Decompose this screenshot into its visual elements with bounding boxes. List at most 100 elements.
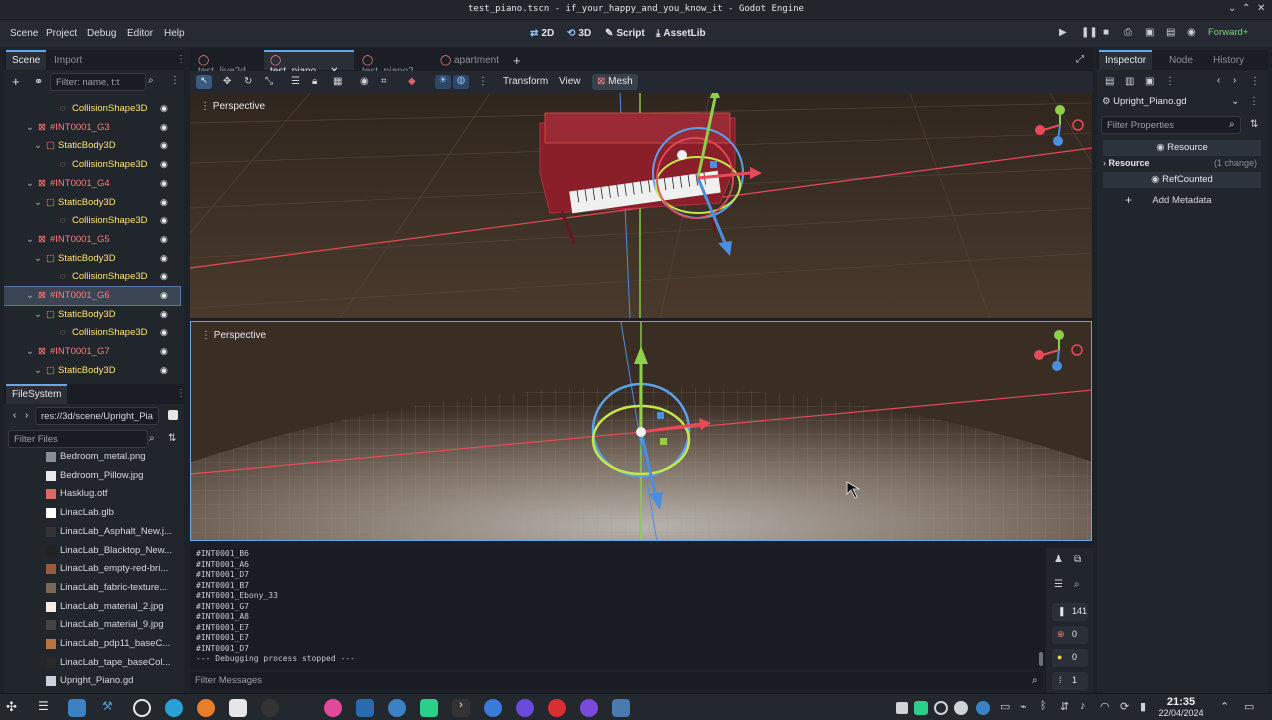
script-selector[interactable]: ⚙ Upright_Piano.gd <box>1102 96 1246 112</box>
errors-count-toggle[interactable]: ⊗ 0 <box>1052 626 1088 644</box>
viewport-top-label[interactable]: ⋮ Perspective <box>200 101 265 112</box>
menu-project[interactable]: Project <box>46 28 77 39</box>
stop-icon[interactable]: ■ <box>1103 27 1109 38</box>
blender-icon[interactable] <box>197 699 215 717</box>
renderer-select[interactable]: Forward+ <box>1208 27 1248 38</box>
back-icon[interactable]: ‹ <box>13 410 16 421</box>
visibility-icon[interactable]: ◉ <box>160 234 168 245</box>
history-forward-icon[interactable]: › <box>1233 75 1236 86</box>
visibility-icon[interactable]: ◉ <box>160 122 168 133</box>
copy-output-icon[interactable]: ⧉ <box>1074 554 1081 565</box>
terminal-icon[interactable]: ⚒ <box>102 699 120 717</box>
visibility-icon[interactable]: ◉ <box>160 271 168 282</box>
property-options-icon[interactable]: ⇅ <box>1250 119 1258 130</box>
discord-icon[interactable] <box>388 699 406 717</box>
scene-tree-item[interactable]: ◌ CollisionShape3D ◉ <box>4 212 180 230</box>
scene-tree-item[interactable]: ⌄ ⊠ #INT0001_G7 ◉ <box>4 343 180 361</box>
app-pink-icon[interactable] <box>324 699 342 717</box>
mode-assetlib-button[interactable]: ⤓ AssetLib <box>656 28 706 39</box>
scene-tree-item[interactable]: ⌄ ▢ StaticBody3D ◉ <box>4 306 180 324</box>
firefox-icon[interactable] <box>484 699 502 717</box>
tray-volume-icon[interactable]: ♪ <box>1080 700 1098 718</box>
file-item[interactable]: Hasklug.otf <box>4 485 180 503</box>
chevron-down-icon[interactable]: ⌄ <box>34 140 42 151</box>
tray-updates-icon[interactable]: ⟳ <box>1120 700 1138 718</box>
play-icon[interactable]: ▶ <box>1059 27 1067 38</box>
rotate-tool-icon[interactable]: ↻ <box>244 76 252 87</box>
resource-group[interactable]: › Resource (1 change) <box>1103 158 1261 172</box>
add-node-icon[interactable]: + <box>12 74 20 89</box>
tab-inspector[interactable]: Inspector <box>1099 50 1153 70</box>
godot-icon[interactable] <box>612 699 630 717</box>
tab-scene[interactable]: Scene <box>6 50 47 70</box>
file-item[interactable]: LinacLab_Blacktop_New... <box>4 542 180 560</box>
tray-bluetooth-icon[interactable]: ᛒ <box>1040 700 1058 718</box>
chevron-down-icon[interactable]: ⌄ <box>26 234 34 245</box>
show-desktop-icon[interactable]: ▭ <box>1244 700 1262 718</box>
file-item[interactable]: LinacLab_material_2.jpg <box>4 598 180 616</box>
scale-tool-icon[interactable]: ⤡ <box>265 76 273 87</box>
history-back-icon[interactable]: ‹ <box>1217 75 1220 86</box>
tray-discord-icon[interactable] <box>976 701 990 715</box>
pause-icon[interactable]: ❚❚ <box>1081 27 1098 38</box>
tray-usb-icon[interactable]: ⌁ <box>1020 700 1038 718</box>
section-resource-header[interactable]: ◉ Resource <box>1103 140 1261 156</box>
menu-help[interactable]: Help <box>164 28 185 39</box>
move-tool-icon[interactable]: ✥ <box>223 76 231 87</box>
chevron-down-icon[interactable]: ⌄ <box>34 309 42 320</box>
scene-options-icon[interactable]: ⋮ <box>170 75 180 86</box>
menu-editor[interactable]: Editor <box>127 28 153 39</box>
chevron-down-icon[interactable]: ⌄ <box>34 253 42 264</box>
tab-test-piano2[interactable]: ◯ test_piano2 <box>356 50 432 77</box>
viewport-bottom[interactable]: ⋮ Perspective <box>190 321 1092 541</box>
tab-test-piano[interactable]: ◯ test_piano✕ <box>264 50 354 77</box>
chevron-down-icon[interactable]: ⌄ <box>26 178 34 189</box>
tab-filesystem[interactable]: FileSystem <box>6 384 68 404</box>
app-launcher-icon[interactable]: ✣ <box>6 699 24 717</box>
warnings-count-toggle[interactable]: ● 0 <box>1052 649 1088 667</box>
tab-apartment[interactable]: ◯ apartment <box>434 50 506 70</box>
visibility-icon[interactable]: ◉ <box>160 309 168 320</box>
tray-app-icon[interactable] <box>914 701 928 715</box>
inkscape-icon[interactable] <box>229 699 247 717</box>
menu-debug[interactable]: Debug <box>87 28 116 39</box>
open-resource-icon[interactable]: ▥ <box>1125 76 1134 87</box>
file-manager-icon[interactable] <box>68 699 86 717</box>
distraction-free-icon[interactable]: ⤢ <box>1076 54 1084 65</box>
view-menu[interactable]: View <box>559 76 581 87</box>
output-scrollbar[interactable] <box>1039 652 1043 666</box>
visibility-icon[interactable]: ◉ <box>160 215 168 226</box>
visibility-icon[interactable]: ◉ <box>160 327 168 338</box>
filter-toggle-icon[interactable]: ⌕ <box>1074 579 1080 590</box>
scene-tree-item[interactable]: ⌄ ⊠ #INT0001_G6 ◉ <box>4 286 181 306</box>
filter-messages-input[interactable]: Filter Messages <box>190 672 1043 690</box>
scene-tree-item[interactable]: ⌄ ▢ StaticBody3D ◉ <box>4 194 180 212</box>
mesh-menu[interactable]: ⊠ Mesh <box>592 74 638 90</box>
visibility-icon[interactable]: ◉ <box>160 365 168 376</box>
chevron-down-icon[interactable]: ⌄ <box>34 365 42 376</box>
scene-tree-item[interactable]: ⌄ ▢ StaticBody3D ◉ <box>4 137 180 155</box>
visibility-icon[interactable]: ◉ <box>160 178 168 189</box>
remote-debug-icon[interactable]: ⎙ <box>1124 27 1132 38</box>
object-options-icon[interactable]: ⋮ <box>1250 76 1260 87</box>
file-item[interactable]: LinacLab_pdp11_baseC... <box>4 635 180 653</box>
scene-tree-item[interactable]: ⌄ ⊠ #INT0001_G5 ◉ <box>4 231 180 249</box>
task-view-icon[interactable]: ☰ <box>38 699 56 717</box>
menu-scene[interactable]: Scene <box>10 28 38 39</box>
forward-icon[interactable]: › <box>25 410 28 421</box>
scene-tree-item[interactable]: ⌄ ▢ StaticBody3D ◉ <box>4 362 180 380</box>
select-tool-icon[interactable]: ↖ <box>196 75 212 89</box>
movie-icon[interactable]: ◉ <box>1187 27 1196 38</box>
editor-count-toggle[interactable]: ⁞ 1 <box>1052 672 1088 690</box>
add-tab-icon[interactable]: + <box>513 53 521 68</box>
sort-icon[interactable]: ⇅ <box>168 433 176 444</box>
fs-menu-icon[interactable]: ⋮ <box>176 388 186 399</box>
chevron-down-icon[interactable]: ⌄ <box>26 122 34 133</box>
visibility-icon[interactable]: ◉ <box>160 290 168 301</box>
filter-properties-input[interactable]: Filter Properties <box>1101 116 1241 134</box>
chevron-down-icon[interactable]: ⌄ <box>34 197 42 208</box>
scene-tree-item[interactable]: ◌ CollisionShape3D ◉ <box>4 100 180 118</box>
visibility-icon[interactable]: ◉ <box>160 253 168 264</box>
path-field[interactable]: res://3d/scene/Upright_Pia <box>35 407 159 425</box>
scene-tree-item[interactable]: ⌄ ⊠ #INT0001_G3 ◉ <box>4 119 180 137</box>
